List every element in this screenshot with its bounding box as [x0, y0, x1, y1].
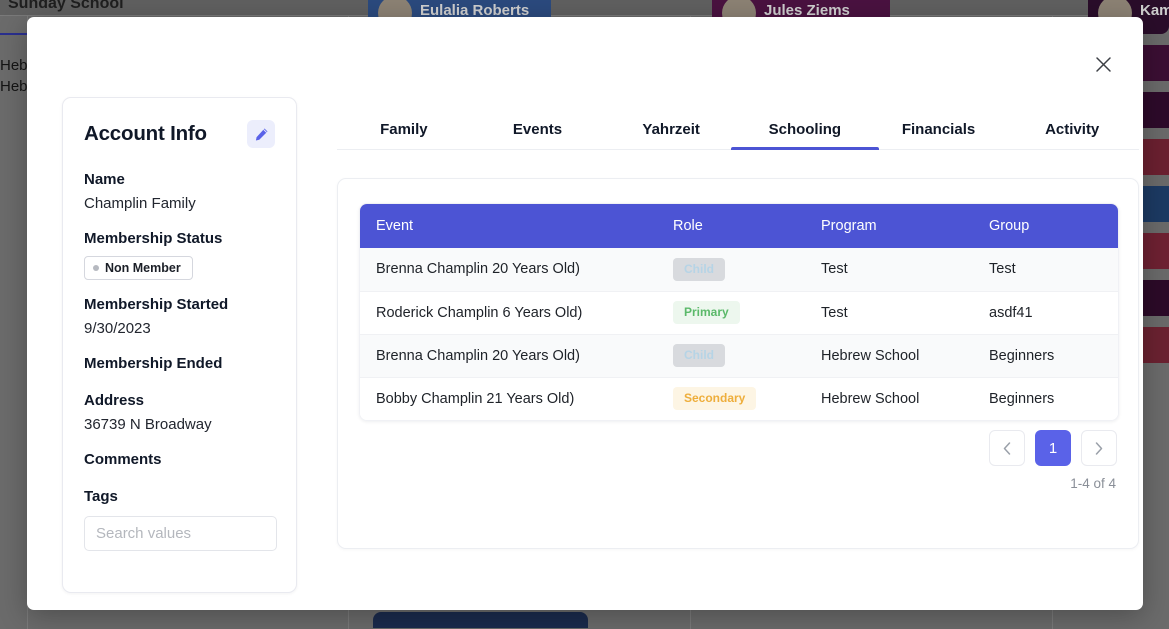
cell-group: asdf41	[989, 290, 1118, 334]
cell-role: Secondary	[673, 376, 821, 420]
cell-event: Roderick Champlin 6 Years Old)	[360, 290, 673, 334]
field-label: Membership Started	[84, 296, 229, 313]
role-badge: Child	[673, 344, 725, 367]
previous-page-button[interactable]	[989, 430, 1025, 466]
background-left-label: Hebr	[0, 57, 33, 74]
background-topbar-title: Sunday School	[8, 0, 124, 12]
next-page-button[interactable]	[1081, 430, 1117, 466]
field-value: 36739 N Broadway	[84, 416, 212, 433]
field-comments: Comments	[84, 450, 275, 470]
cell-program: Test	[821, 261, 848, 278]
cell-program: Test	[821, 290, 989, 334]
table-body: Brenna Champlin 20 Years Old) Child Test…	[360, 248, 1118, 420]
tab-yahrzeit[interactable]: Yahrzeit	[604, 115, 738, 149]
field-tags: Tags	[84, 487, 277, 551]
schooling-panel: Event Role Program Group Brenna Champlin…	[337, 178, 1139, 549]
status-badge-label: Non Member	[105, 261, 181, 275]
column-header-group[interactable]: Group	[989, 204, 1118, 248]
account-info-card: Account Info Name Champlin Family Member…	[62, 97, 297, 593]
cell-event: Bobby Champlin 21 Years Old)	[360, 376, 673, 420]
close-icon[interactable]	[1089, 50, 1117, 78]
page-number-1[interactable]: 1	[1035, 430, 1071, 466]
background-left-label: Hebr	[0, 78, 33, 95]
cell-role: Primary	[673, 290, 821, 334]
cell-role: Child	[673, 333, 821, 377]
cell-group: Beginners	[989, 376, 1118, 420]
table-row[interactable]: Bobby Champlin 21 Years Old) Secondary H…	[360, 376, 1118, 420]
field-membership-started: Membership Started 9/30/2023	[84, 295, 275, 339]
cell-event: Brenna Champlin 20 Years Old)	[376, 261, 580, 278]
background-person-name: Kam	[1140, 2, 1169, 19]
schooling-table-container: Event Role Program Group Brenna Champlin…	[359, 203, 1119, 421]
cell-role: Child	[673, 248, 821, 291]
field-membership-status: Membership Status Non Member	[84, 229, 275, 280]
tab-financials[interactable]: Financials	[872, 115, 1006, 149]
column-header-event[interactable]: Event	[360, 204, 673, 248]
column-header-role[interactable]: Role	[673, 204, 821, 248]
column-header-program[interactable]: Program	[821, 204, 989, 248]
tab-activity[interactable]: Activity	[1005, 115, 1139, 149]
tab-family[interactable]: Family	[337, 115, 471, 149]
role-badge: Child	[673, 257, 725, 281]
field-label: Membership Status	[84, 230, 223, 247]
field-membership-ended: Membership Ended	[84, 354, 275, 374]
field-value: Champlin Family	[84, 195, 196, 212]
field-address: Address 36739 N Broadway	[84, 391, 275, 435]
page-title: Account Info	[84, 122, 207, 145]
field-label: Address	[84, 392, 145, 409]
table-row[interactable]: Brenna Champlin 20 Years Old) Child Test…	[360, 248, 1118, 291]
pagination: 1	[989, 430, 1117, 466]
cell-group: Test	[989, 261, 1016, 278]
table-row[interactable]: Roderick Champlin 6 Years Old) Primary T…	[360, 290, 1118, 334]
search-input[interactable]	[84, 516, 277, 551]
tab-events[interactable]: Events	[471, 115, 605, 149]
background-left-column: Hebr Hebr	[0, 55, 33, 97]
cell-event: Brenna Champlin 20 Years Old)	[360, 333, 673, 377]
field-value: 9/30/2023	[84, 320, 151, 337]
account-modal: Account Info Name Champlin Family Member…	[27, 17, 1143, 610]
field-label: Membership Ended	[84, 355, 223, 372]
field-label: Tags	[84, 488, 118, 505]
pagination-summary: 1-4 of 4	[1070, 476, 1116, 491]
field-label: Name	[84, 171, 125, 188]
schooling-table: Event Role Program Group Brenna Champlin…	[360, 204, 1118, 420]
status-dot-icon	[93, 265, 99, 271]
tab-schooling[interactable]: Schooling	[738, 115, 872, 149]
edit-pencil-icon[interactable]	[247, 120, 275, 148]
background-bottom-pill	[373, 612, 588, 628]
background-topbar: Sunday School	[0, 0, 1169, 16]
tab-bar: Family Events Yahrzeit Schooling Financi…	[337, 115, 1139, 150]
cell-program: Hebrew School	[821, 333, 989, 377]
table-header-row: Event Role Program Group	[360, 204, 1118, 248]
role-badge: Secondary	[673, 387, 757, 411]
field-label: Comments	[84, 451, 162, 468]
field-name: Name Champlin Family	[84, 170, 275, 214]
table-row[interactable]: Brenna Champlin 20 Years Old) Child Hebr…	[360, 333, 1118, 377]
cell-program: Hebrew School	[821, 376, 989, 420]
account-info-header: Account Info	[84, 120, 275, 148]
status-badge: Non Member	[84, 256, 193, 280]
table-header: Event Role Program Group	[360, 204, 1118, 248]
role-badge: Primary	[673, 301, 740, 324]
cell-group: Beginners	[989, 333, 1118, 377]
